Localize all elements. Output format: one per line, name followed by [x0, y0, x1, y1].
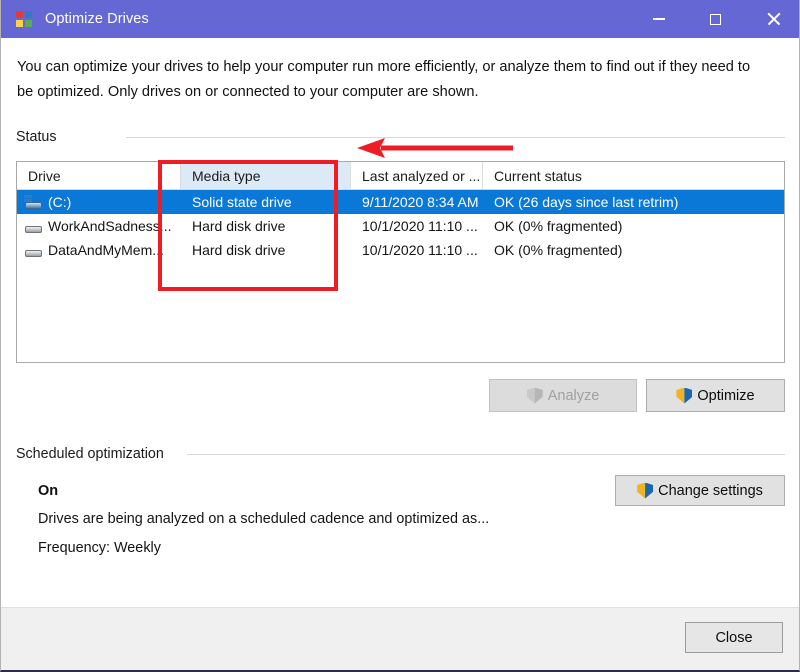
- drives-list[interactable]: Drive Media type Last analyzed or ... Cu…: [16, 161, 785, 363]
- scheduled-state: On: [38, 483, 58, 499]
- cell-last-analyzed: 10/1/2020 11:10 ...: [351, 242, 483, 258]
- maximize-button[interactable]: [687, 0, 744, 38]
- minimize-icon: [653, 18, 665, 20]
- window-title: Optimize Drives: [45, 11, 149, 27]
- optimize-drives-icon: [16, 11, 33, 28]
- cell-drive-label: (C:): [48, 194, 71, 210]
- analyze-button-label: Analyze: [548, 388, 600, 404]
- minimize-button[interactable]: [630, 0, 687, 38]
- cell-media-type: Hard disk drive: [181, 242, 351, 258]
- cell-current-status: OK (26 days since last retrim): [483, 194, 784, 210]
- cell-last-analyzed: 9/11/2020 8:34 AM: [351, 194, 483, 210]
- cell-drive: (C:): [17, 194, 181, 210]
- scheduled-frequency: Frequency: Weekly: [38, 540, 161, 556]
- cell-media-type: Hard disk drive: [181, 218, 351, 234]
- drive-icon: [23, 219, 43, 234]
- intro-text: You can optimize your drives to help you…: [17, 55, 757, 105]
- analyze-button[interactable]: Analyze: [489, 379, 637, 412]
- optimize-button-label: Optimize: [697, 388, 754, 404]
- scheduled-description: Drives are being analyzed on a scheduled…: [38, 511, 489, 527]
- close-window-button[interactable]: [744, 0, 800, 38]
- table-row[interactable]: WorkAndSadness... Hard disk drive 10/1/2…: [17, 214, 784, 238]
- title-bar: Optimize Drives: [1, 0, 800, 38]
- column-header-drive[interactable]: Drive: [17, 162, 181, 189]
- close-button-label: Close: [715, 630, 752, 646]
- status-group-label: Status: [16, 129, 65, 145]
- cell-drive: DataAndMyMem...: [17, 242, 181, 258]
- cell-drive-label: DataAndMyMem...: [48, 242, 164, 258]
- column-header-current-status[interactable]: Current status: [483, 162, 784, 189]
- column-header-media-type[interactable]: Media type: [181, 162, 351, 189]
- cell-current-status: OK (0% fragmented): [483, 218, 784, 234]
- annotation-arrow-icon: [353, 136, 515, 160]
- cell-current-status: OK (0% fragmented): [483, 242, 784, 258]
- change-settings-label: Change settings: [658, 483, 763, 499]
- drives-list-header: Drive Media type Last analyzed or ... Cu…: [17, 162, 784, 190]
- drive-icon: [23, 243, 43, 258]
- dialog-footer: [1, 607, 800, 670]
- scheduled-group-divider: [187, 454, 785, 455]
- change-settings-button[interactable]: Change settings: [615, 475, 785, 506]
- window-controls: [630, 0, 800, 38]
- status-group-divider: [126, 137, 785, 138]
- column-header-last-analyzed[interactable]: Last analyzed or ...: [351, 162, 483, 189]
- cell-drive-label: WorkAndSadness...: [48, 218, 171, 234]
- system-drive-icon: [23, 195, 43, 210]
- table-row[interactable]: DataAndMyMem... Hard disk drive 10/1/202…: [17, 238, 784, 262]
- shield-icon: [527, 388, 543, 404]
- cell-drive: WorkAndSadness...: [17, 218, 181, 234]
- table-row[interactable]: (C:) Solid state drive 9/11/2020 8:34 AM…: [17, 190, 784, 214]
- optimize-drives-window: Optimize Drives You can optimize your dr…: [0, 0, 800, 672]
- optimize-button[interactable]: Optimize: [646, 379, 785, 412]
- close-icon: [766, 12, 780, 26]
- shield-icon: [637, 483, 653, 499]
- cell-last-analyzed: 10/1/2020 11:10 ...: [351, 218, 483, 234]
- close-button[interactable]: Close: [685, 622, 783, 653]
- shield-icon: [676, 388, 692, 404]
- maximize-icon: [710, 14, 721, 25]
- cell-media-type: Solid state drive: [181, 194, 351, 210]
- scheduled-group-label: Scheduled optimization: [16, 446, 172, 462]
